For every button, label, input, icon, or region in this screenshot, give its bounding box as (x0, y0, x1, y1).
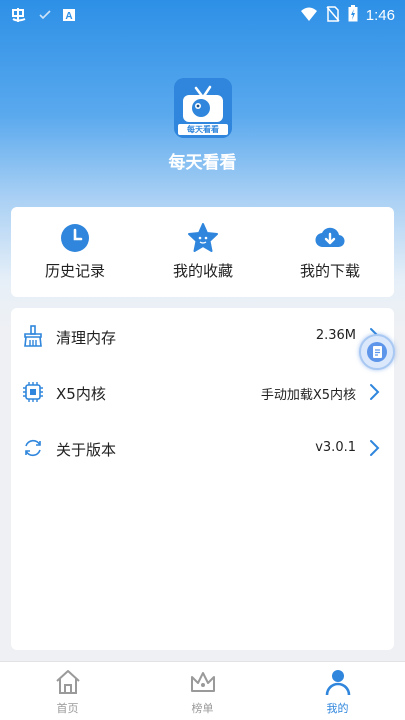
home-icon (54, 668, 82, 696)
no-sim-icon (326, 5, 340, 26)
downloads-label: 我的下载 (299, 262, 360, 280)
person-icon (324, 668, 352, 696)
about-version-row[interactable]: 关于版本 v3.0.1 (11, 420, 394, 476)
status-time: 1:46 (365, 7, 395, 24)
tab-rankings-label: 榜单 (191, 702, 214, 715)
app-name: 每天看看 (168, 153, 237, 173)
tab-mine-label: 我的 (326, 702, 349, 715)
settings-card: 清理内存 2.36M X5内核 手动加载X5内核 关于版本 v3.0.1 (11, 308, 394, 650)
refresh-icon (22, 437, 44, 459)
bottom-nav: 首页 榜单 我的 (0, 661, 405, 720)
tab-home[interactable]: 首页 (0, 662, 135, 720)
svg-text:A: A (65, 11, 72, 22)
downloads-button[interactable]: 我的下载 (266, 207, 394, 297)
clear-cache-row[interactable]: 清理内存 2.36M (11, 308, 394, 364)
history-button[interactable]: 历史记录 (11, 207, 139, 297)
star-icon (188, 223, 218, 253)
crown-icon (189, 668, 217, 696)
chevron-right-icon (368, 439, 380, 457)
about-version-label: 关于版本 (56, 441, 117, 459)
tab-rankings[interactable]: 榜单 (135, 662, 270, 720)
floating-document-button[interactable] (359, 334, 395, 370)
history-label: 历史记录 (44, 262, 105, 280)
favorites-button[interactable]: 我的收藏 (139, 207, 267, 297)
cache-size-value: 2.36M (315, 328, 356, 343)
app-logo: 每天看看 (174, 78, 232, 138)
a-badge-icon: A (62, 8, 76, 26)
version-value: v3.0.1 (315, 440, 356, 455)
tab-home-label: 首页 (56, 702, 79, 715)
chip-icon (22, 381, 44, 403)
app-logo-text: 每天看看 (187, 125, 219, 134)
quick-actions-card: 历史记录 我的收藏 我的下载 (11, 207, 394, 297)
status-bar: A 1:46 (0, 0, 405, 30)
x5-kernel-label: X5内核 (56, 385, 106, 403)
document-icon (367, 342, 387, 362)
check-icon (38, 8, 52, 26)
clear-cache-label: 清理内存 (56, 329, 117, 347)
favorites-label: 我的收藏 (172, 262, 233, 280)
x5-kernel-value: 手动加载X5内核 (260, 388, 356, 403)
clock-icon (60, 223, 90, 253)
app-notification-icon (10, 6, 28, 28)
broom-icon (22, 325, 44, 347)
cloud-download-icon (315, 223, 345, 253)
x5-kernel-row[interactable]: X5内核 手动加载X5内核 (11, 364, 394, 420)
tab-mine[interactable]: 我的 (270, 662, 405, 720)
wifi-icon (300, 6, 318, 26)
battery-charging-icon (348, 5, 358, 26)
chevron-right-icon (368, 383, 380, 401)
